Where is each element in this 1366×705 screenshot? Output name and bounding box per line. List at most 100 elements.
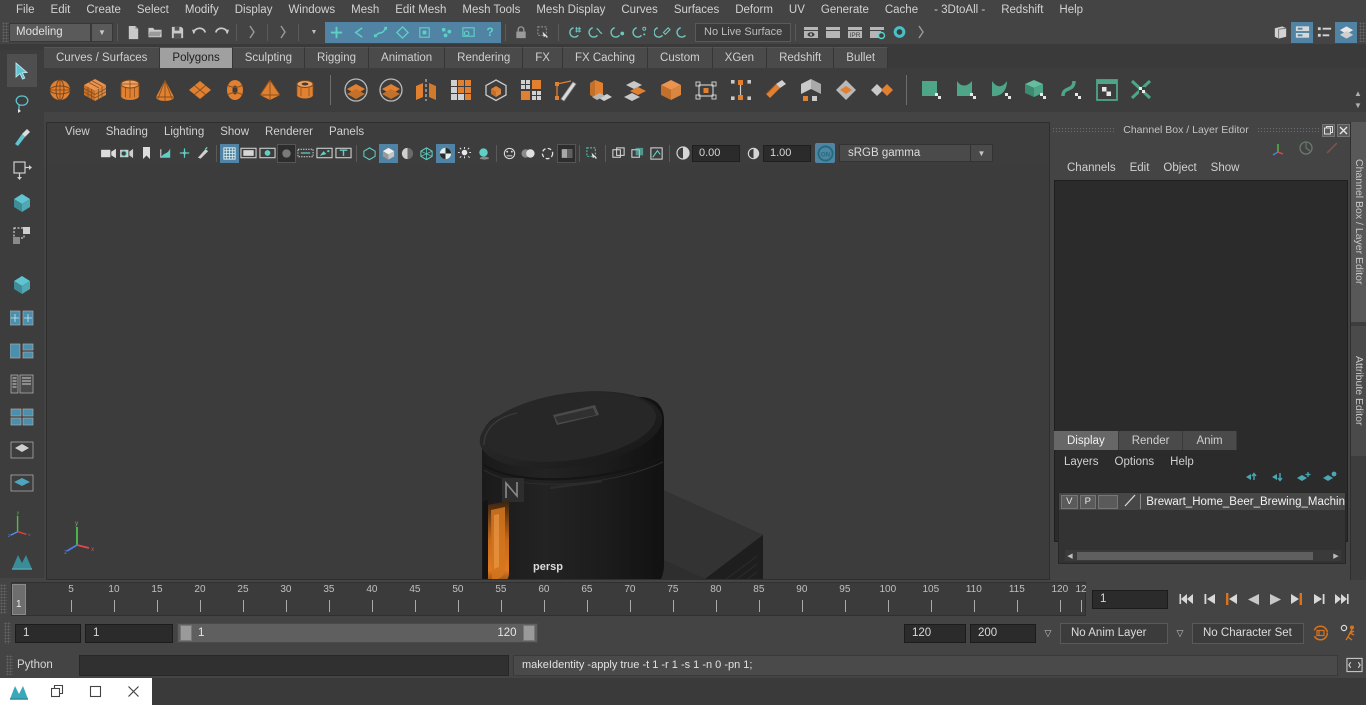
status-line-grip-right[interactable] xyxy=(1359,22,1366,42)
bridge-icon[interactable] xyxy=(655,74,687,106)
play-forwards-icon[interactable] xyxy=(1264,588,1286,610)
layer-tab-render[interactable]: Render xyxy=(1118,431,1184,450)
time-slider-grip[interactable] xyxy=(0,584,7,614)
camera-attributes-icon[interactable] xyxy=(118,144,137,163)
append-polygon-icon[interactable] xyxy=(690,74,722,106)
command-line-grip[interactable] xyxy=(6,655,13,675)
extract-icon[interactable] xyxy=(515,74,547,106)
channel-box-menu-show[interactable]: Show xyxy=(1204,160,1247,176)
panel-grip-right[interactable] xyxy=(1256,126,1320,134)
poly-cylinder-icon[interactable] xyxy=(114,74,146,106)
step-back-keyframe-icon[interactable] xyxy=(1198,588,1220,610)
select-tool-icon[interactable] xyxy=(7,54,37,88)
poly-pipe-icon[interactable] xyxy=(289,74,321,106)
playback-start-field[interactable]: 1 xyxy=(85,623,173,643)
maya-app-icon[interactable] xyxy=(0,683,38,701)
shelf-tab-rendering[interactable]: Rendering xyxy=(445,47,524,68)
shelf-tab-custom[interactable]: Custom xyxy=(648,47,713,68)
shelf-scroll-arrows[interactable]: ▲ ▼ xyxy=(1352,78,1364,120)
viewport-menu-shading[interactable]: Shading xyxy=(98,125,156,139)
status-line-grip[interactable] xyxy=(2,22,9,42)
tool-settings-icon[interactable] xyxy=(1313,22,1335,43)
playback-end-field[interactable]: 120 xyxy=(904,623,966,643)
flat-shade-icon[interactable] xyxy=(398,144,417,163)
chevron-down-icon[interactable]: ▼ xyxy=(1354,101,1362,110)
snap-point-icon[interactable] xyxy=(607,22,629,43)
character-set-dropdown-arrow[interactable]: ▽ xyxy=(1172,628,1188,639)
grid-icon[interactable] xyxy=(220,143,239,163)
poly-torus-icon[interactable] xyxy=(219,74,251,106)
restore-icon[interactable] xyxy=(1322,123,1335,137)
auto-keyframe-icon[interactable] xyxy=(1308,624,1332,642)
current-frame-field[interactable]: 1 xyxy=(1092,589,1168,609)
extrude-icon[interactable] xyxy=(585,74,617,106)
green-window-icon[interactable] xyxy=(1091,74,1123,106)
menu-item-surfaces[interactable]: Surfaces xyxy=(666,2,727,18)
rotate-tool-icon[interactable] xyxy=(7,186,37,219)
command-language-label[interactable]: Python xyxy=(17,659,75,671)
redo-icon[interactable] xyxy=(210,22,232,43)
layer-menu-help[interactable]: Help xyxy=(1162,455,1202,469)
layer-list[interactable]: V P Brewart_Home_Beer_Brewing_Machin ◀ ▶ xyxy=(1058,492,1346,564)
menu-item-file[interactable]: File xyxy=(8,2,43,18)
attribute-editor-icon[interactable] xyxy=(1291,21,1313,43)
layer-color-swatch[interactable] xyxy=(1122,493,1138,510)
viewport-menu-show[interactable]: Show xyxy=(212,125,257,139)
resolution-gate-icon[interactable] xyxy=(258,144,277,163)
viewport-menu-lighting[interactable]: Lighting xyxy=(156,125,212,139)
screen-space-ao-icon[interactable] xyxy=(500,144,519,163)
shelf-tab-redshift[interactable]: Redshift xyxy=(767,47,835,68)
show-hide-editor-icon[interactable] xyxy=(1269,22,1291,43)
color-profile-selector[interactable]: sRGB gamma xyxy=(839,144,971,162)
snap-projected-center-icon[interactable] xyxy=(629,22,651,43)
transfer-attributes-icon[interactable] xyxy=(865,74,897,106)
last-tool-icon[interactable] xyxy=(7,268,37,301)
green-curve-icon[interactable] xyxy=(951,74,983,106)
menu-item-mesh-display[interactable]: Mesh Display xyxy=(528,2,613,18)
undo-icon[interactable] xyxy=(188,22,210,43)
ipr-render-icon[interactable]: IPR xyxy=(844,22,866,43)
menu-set-selector[interactable]: Modeling xyxy=(9,22,91,42)
isolate-select-icon[interactable] xyxy=(583,144,602,163)
film-gate-icon[interactable] xyxy=(239,144,258,163)
menu-item-redshift[interactable]: Redshift xyxy=(993,2,1051,18)
chevron-up-icon[interactable]: ▲ xyxy=(1354,89,1362,98)
depth-of-field-icon[interactable] xyxy=(557,143,576,163)
gate-mask-icon[interactable] xyxy=(175,144,194,163)
close-icon[interactable] xyxy=(1337,123,1350,137)
new-layer-icon[interactable] xyxy=(1296,470,1312,487)
channel-box-menu-channels[interactable]: Channels xyxy=(1060,160,1123,176)
select-dynamic-icon[interactable] xyxy=(435,21,457,43)
scale-tool-icon[interactable] xyxy=(7,220,37,253)
move-layer-up-icon[interactable] xyxy=(1244,470,1260,487)
green-patch-icon[interactable] xyxy=(986,74,1018,106)
menu-item-deform[interactable]: Deform xyxy=(727,2,781,18)
select-by-component-icon[interactable] xyxy=(369,21,391,43)
dock-tab-attribute-editor[interactable]: Attribute Editor xyxy=(1351,326,1366,456)
script-editor-icon[interactable] xyxy=(1342,657,1366,673)
boolean-difference-icon[interactable] xyxy=(375,74,407,106)
crease-tool-icon[interactable] xyxy=(795,74,827,106)
layout-two-pane-icon[interactable] xyxy=(7,301,37,334)
channel-box-icon[interactable] xyxy=(1335,21,1357,43)
snap-grid-icon[interactable] xyxy=(563,22,585,43)
xray-active-icon[interactable] xyxy=(628,144,647,163)
menu-item-mesh-tools[interactable]: Mesh Tools xyxy=(454,2,528,18)
exposure-field[interactable]: 0.00 xyxy=(692,144,740,162)
gate-mask-toggle-icon[interactable] xyxy=(277,143,296,163)
time-slider[interactable]: 1 5 10 15 20 25 30 35 40 45 50 55 60 65 70 75 80 85 90 95 1… xyxy=(11,582,1087,616)
bevel-icon[interactable] xyxy=(620,74,652,106)
boolean-union-icon[interactable] xyxy=(340,74,372,106)
menu-item-cache[interactable]: Cache xyxy=(877,2,926,18)
channel-box-menu-object[interactable]: Object xyxy=(1156,160,1203,176)
move-tool-icon[interactable] xyxy=(7,153,37,186)
texture-icon[interactable] xyxy=(334,144,353,163)
dock-tab-channel-box[interactable]: Channel Box / Layer Editor xyxy=(1351,122,1366,322)
xray-icon[interactable] xyxy=(315,144,334,163)
move-layer-down-icon[interactable] xyxy=(1270,470,1286,487)
shadows-icon[interactable] xyxy=(474,144,493,163)
status-line-expand-icon[interactable] xyxy=(910,22,932,43)
circle-icon[interactable] xyxy=(1298,140,1314,159)
poly-cube-icon[interactable] xyxy=(79,74,111,106)
select-by-object-icon[interactable] xyxy=(347,21,369,43)
